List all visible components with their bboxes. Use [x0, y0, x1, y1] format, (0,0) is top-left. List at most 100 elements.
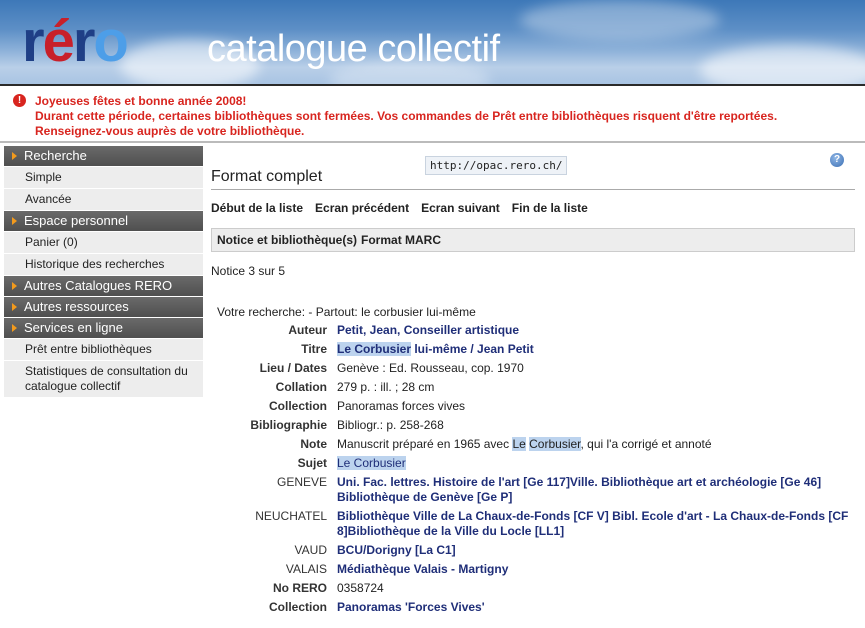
field-label: Sujet	[297, 456, 327, 470]
library-holdings-link[interactable]: Médiathèque Valais - Martigny	[337, 562, 856, 577]
record-row-norero: No RERO 0358724	[211, 581, 856, 596]
record-row-lieu: Lieu / Dates Genève : Ed. Rousseau, cop.…	[211, 361, 856, 376]
field-label: Titre	[301, 342, 327, 356]
field-label: Collection	[268, 600, 327, 614]
library-holdings-link[interactable]: BCU/Dorigny [La C1]	[337, 543, 856, 558]
warning-icon: !	[13, 94, 26, 107]
field-label: VAUD	[294, 543, 327, 557]
sidebar-header-services[interactable]: Services en ligne	[4, 318, 203, 338]
record-row-collection-2: Collection Panoramas 'Forces Vives'	[211, 600, 856, 615]
holdings-line: Uni. Fac. lettres. Histoire de l'art [Ge…	[337, 475, 822, 489]
record-row-geneve: GENEVE Uni. Fac. lettres. Histoire de l'…	[211, 475, 856, 505]
banner-title: catalogue collectif	[207, 28, 500, 70]
field-label: Collection	[268, 399, 327, 413]
sidebar-header-label: Espace personnel	[24, 213, 129, 228]
record-row-note: Note Manuscrit préparé en 1965 avec Le C…	[211, 437, 856, 452]
sidebar-item-historique[interactable]: Historique des recherches	[4, 254, 203, 276]
arrow-right-icon	[12, 303, 17, 311]
url-tooltip: http://opac.rero.ch/	[425, 156, 568, 175]
field-value: 0358724	[337, 581, 384, 595]
nav-next-link[interactable]: Ecran suivant	[421, 201, 500, 215]
field-label: GENEVE	[276, 475, 327, 489]
record-row-titre: Titre Le Corbusier lui-même / Jean Petit	[211, 342, 856, 357]
tab-marc[interactable]: Format MARC	[361, 233, 441, 247]
sidebar-header-recherche[interactable]: Recherche	[4, 146, 203, 166]
field-label: NEUCHATEL	[255, 509, 327, 523]
field-value: Genève : Ed. Rousseau, cop. 1970	[337, 361, 524, 375]
collection-link[interactable]: Panoramas 'Forces Vives'	[337, 600, 856, 615]
holdings-line: Bibliothèque de Genève [Ge P]	[337, 490, 513, 504]
banner-cloud	[520, 0, 720, 40]
page-title: Format complet	[211, 168, 323, 185]
record-row-collation: Collation 279 p. : ill. ; 28 cm	[211, 380, 856, 395]
record-row-valais: VALAIS Médiathèque Valais - Martigny	[211, 562, 856, 577]
field-label: VALAIS	[285, 562, 327, 576]
help-icon[interactable]: ?	[830, 153, 844, 167]
record-details: Auteur Petit, Jean, Conseiller artistiqu…	[211, 323, 856, 619]
field-label: Collation	[275, 380, 327, 394]
field-label: No RERO	[273, 581, 327, 595]
field-value: Bibliogr.: p. 258-268	[337, 418, 444, 432]
sidebar-item-label: Statistiques de consultation du	[25, 364, 188, 378]
field-value: Panoramas forces vives	[337, 399, 466, 413]
holiday-alert: ! Joyeuses fêtes et bonne année 2008! Du…	[0, 88, 865, 143]
author-link[interactable]: Petit, Jean, Conseiller artistique	[337, 323, 856, 338]
banner-cloud	[700, 45, 865, 84]
field-label: Auteur	[288, 323, 327, 337]
field-label: Bibliographie	[250, 418, 327, 432]
sidebar-header-label: Recherche	[24, 148, 87, 163]
record-row-auteur: Auteur Petit, Jean, Conseiller artistiqu…	[211, 323, 856, 338]
sidebar: Recherche Simple Avancée Espace personne…	[4, 146, 203, 398]
sidebar-item-statistiques[interactable]: Statistiques de consultation du catalogu…	[4, 361, 203, 398]
sidebar-header-autres-catalogues[interactable]: Autres Catalogues RERO	[4, 276, 203, 296]
divider	[211, 189, 855, 190]
title-link[interactable]: Le Corbusier lui-même / Jean Petit	[337, 342, 856, 357]
sidebar-header-espace[interactable]: Espace personnel	[4, 211, 203, 231]
sidebar-header-autres-ressources[interactable]: Autres ressources	[4, 297, 203, 317]
nav-last-link[interactable]: Fin de la liste	[512, 201, 588, 215]
subject-link[interactable]: Le Corbusier	[337, 456, 856, 471]
tab-notice[interactable]: Notice et bibliothèque(s)	[217, 233, 357, 247]
format-tabs: Notice et bibliothèque(s) Format MARC	[211, 228, 855, 252]
arrow-right-icon	[12, 152, 17, 160]
alert-line-2: Durant cette période, certaines biblioth…	[35, 109, 778, 123]
sidebar-item-pret[interactable]: Prêt entre bibliothèques	[4, 339, 203, 361]
search-highlight: Le Corbusier	[337, 342, 412, 356]
record-row-neuchatel: NEUCHATEL Bibliothèque Ville de La Chaux…	[211, 509, 856, 539]
arrow-right-icon	[12, 282, 17, 290]
note-text: Manuscrit préparé en 1965 avec	[337, 437, 513, 451]
result-navigation: Début de la liste Ecran précédent Ecran su…	[211, 201, 600, 215]
alert-message: Joyeuses fêtes et bonne année 2008! Dura…	[35, 94, 777, 139]
sidebar-item-panier[interactable]: Panier (0)	[4, 232, 203, 254]
note-text: , qui l'a corrigé et annoté	[580, 437, 712, 451]
nav-first-link[interactable]: Début de la liste	[211, 201, 303, 215]
record-row-bibliographie: Bibliographie Bibliogr.: p. 258-268	[211, 418, 856, 433]
nav-previous-link[interactable]: Ecran précédent	[315, 201, 409, 215]
arrow-right-icon	[12, 217, 17, 225]
record-row-sujet: Sujet Le Corbusier	[211, 456, 856, 471]
title-rest: lui-même / Jean Petit	[411, 342, 534, 356]
arrow-right-icon	[12, 324, 17, 332]
search-highlight: Le	[512, 437, 526, 451]
sidebar-header-label: Services en ligne	[24, 320, 123, 335]
search-summary: Votre recherche: - Partout: le corbusier…	[217, 305, 476, 319]
record-row-collection: Collection Panoramas forces vives	[211, 399, 856, 414]
field-value: Manuscrit préparé en 1965 avec Le Corbus…	[337, 437, 856, 452]
library-holdings-link[interactable]: Bibliothèque Ville de La Chaux-de-Fonds …	[337, 509, 856, 539]
sidebar-header-label: Autres ressources	[24, 299, 129, 314]
field-value: 279 p. : ill. ; 28 cm	[337, 380, 435, 394]
field-label: Note	[300, 437, 327, 451]
holdings-line: 8]Bibliothèque de la Ville du Locle [LL1…	[337, 524, 565, 538]
notice-counter: Notice 3 sur 5	[211, 264, 286, 278]
sidebar-item-avancee[interactable]: Avancée	[4, 189, 203, 211]
rero-logo[interactable]: réro	[22, 6, 129, 78]
search-highlight: Corbusier	[529, 437, 581, 451]
search-highlight: Le Corbusier	[337, 456, 406, 470]
sidebar-header-label: Autres Catalogues RERO	[24, 278, 173, 293]
record-row-vaud: VAUD BCU/Dorigny [La C1]	[211, 543, 856, 558]
sidebar-item-simple[interactable]: Simple	[4, 167, 203, 189]
holdings-line: Bibliothèque Ville de La Chaux-de-Fonds …	[337, 509, 849, 523]
library-holdings-link[interactable]: Uni. Fac. lettres. Histoire de l'art [Ge…	[337, 475, 856, 505]
site-banner: réro catalogue collectif	[0, 0, 865, 86]
alert-line-1: Joyeuses fêtes et bonne année 2008!	[35, 94, 247, 108]
